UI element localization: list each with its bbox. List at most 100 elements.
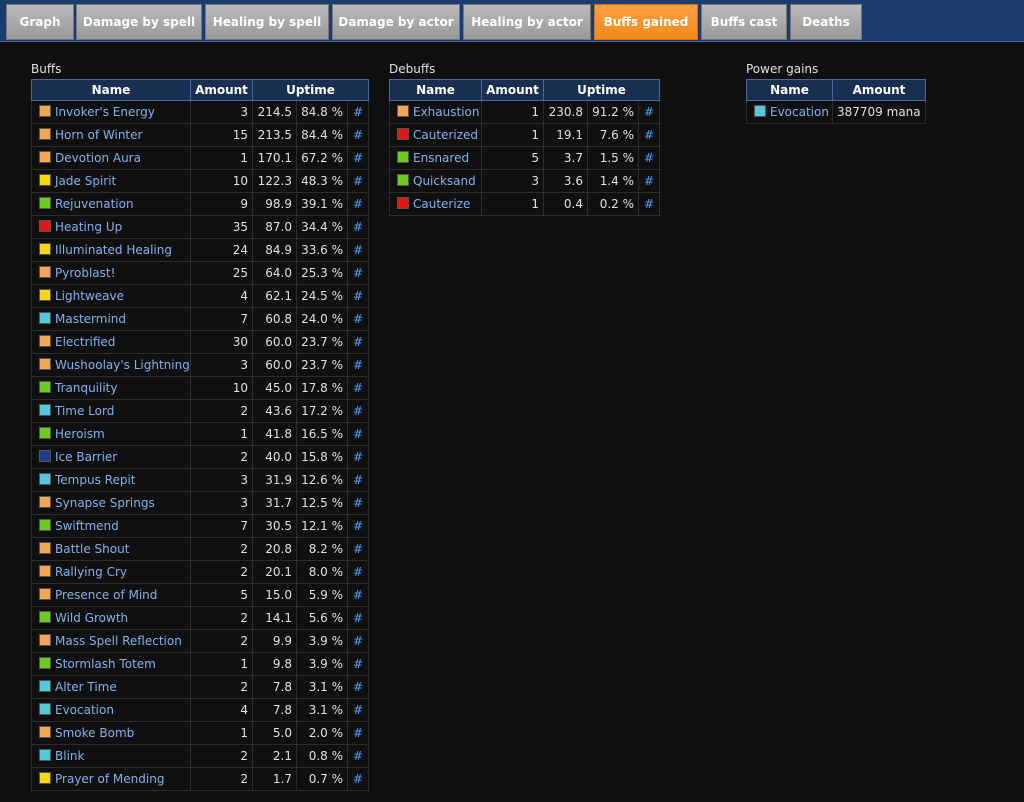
details-link[interactable]: # bbox=[347, 307, 369, 331]
aura-name-link[interactable]: Exhaustion bbox=[413, 105, 480, 119]
tab-healing-by-spell[interactable]: Healing by spell bbox=[205, 4, 329, 40]
details-link[interactable]: # bbox=[638, 100, 660, 124]
aura-name-cell[interactable]: Mass Spell Reflection bbox=[31, 629, 191, 653]
aura-name-cell[interactable]: Heating Up bbox=[31, 215, 191, 239]
aura-name-link[interactable]: Alter Time bbox=[55, 680, 117, 694]
aura-name-cell[interactable]: Mastermind bbox=[31, 307, 191, 331]
details-link[interactable]: # bbox=[638, 192, 660, 216]
aura-name-link[interactable]: Presence of Mind bbox=[55, 588, 157, 602]
aura-name-link[interactable]: Evocation bbox=[55, 703, 114, 717]
details-link[interactable]: # bbox=[347, 353, 369, 377]
aura-name-cell[interactable]: Rejuvenation bbox=[31, 192, 191, 216]
aura-name-link[interactable]: Pyroblast! bbox=[55, 266, 115, 280]
details-link[interactable]: # bbox=[347, 468, 369, 492]
aura-name-link[interactable]: Rejuvenation bbox=[55, 197, 134, 211]
details-link[interactable]: # bbox=[347, 284, 369, 308]
aura-name-link[interactable]: Electrified bbox=[55, 335, 115, 349]
aura-name-link[interactable]: Tempus Repit bbox=[55, 473, 136, 487]
details-link[interactable]: # bbox=[347, 767, 369, 791]
details-link[interactable]: # bbox=[347, 330, 369, 354]
aura-name-cell[interactable]: Time Lord bbox=[31, 399, 191, 423]
aura-name-link[interactable]: Ensnared bbox=[413, 151, 469, 165]
aura-name-link[interactable]: Illuminated Healing bbox=[55, 243, 172, 257]
buffs-header-name[interactable]: Name bbox=[31, 79, 191, 101]
power-name-link[interactable]: Evocation bbox=[770, 105, 829, 119]
aura-name-link[interactable]: Rallying Cry bbox=[55, 565, 127, 579]
aura-name-cell[interactable]: Ice Barrier bbox=[31, 445, 191, 469]
aura-name-link[interactable]: Prayer of Mending bbox=[55, 772, 164, 786]
aura-name-cell[interactable]: Invoker's Energy bbox=[31, 100, 191, 124]
power-gains-header-amount[interactable]: Amount bbox=[832, 79, 926, 101]
debuffs-header-uptime[interactable]: Uptime bbox=[543, 79, 660, 101]
aura-name-link[interactable]: Ice Barrier bbox=[55, 450, 117, 464]
aura-name-link[interactable]: Synapse Springs bbox=[55, 496, 155, 510]
aura-name-link[interactable]: Mastermind bbox=[55, 312, 126, 326]
aura-name-cell[interactable]: Tranquility bbox=[31, 376, 191, 400]
details-link[interactable]: # bbox=[347, 537, 369, 561]
aura-name-cell[interactable]: Cauterized bbox=[389, 123, 482, 147]
details-link[interactable]: # bbox=[347, 146, 369, 170]
aura-name-cell[interactable]: Electrified bbox=[31, 330, 191, 354]
aura-name-cell[interactable]: Alter Time bbox=[31, 675, 191, 699]
aura-name-cell[interactable]: Blink bbox=[31, 744, 191, 768]
tab-deaths[interactable]: Deaths bbox=[790, 4, 862, 40]
tab-buffs-gained[interactable]: Buffs gained bbox=[594, 4, 698, 40]
aura-name-cell[interactable]: Evocation bbox=[31, 698, 191, 722]
details-link[interactable]: # bbox=[347, 652, 369, 676]
details-link[interactable]: # bbox=[638, 123, 660, 147]
details-link[interactable]: # bbox=[638, 146, 660, 170]
details-link[interactable]: # bbox=[347, 399, 369, 423]
aura-name-cell[interactable]: Battle Shout bbox=[31, 537, 191, 561]
aura-name-link[interactable]: Horn of Winter bbox=[55, 128, 142, 142]
details-link[interactable]: # bbox=[347, 215, 369, 239]
tab-graph[interactable]: Graph bbox=[6, 4, 74, 40]
details-link[interactable]: # bbox=[347, 261, 369, 285]
details-link[interactable]: # bbox=[347, 721, 369, 745]
aura-name-link[interactable]: Cauterize bbox=[413, 197, 470, 211]
aura-name-link[interactable]: Lightweave bbox=[55, 289, 124, 303]
aura-name-link[interactable]: Battle Shout bbox=[55, 542, 129, 556]
details-link[interactable]: # bbox=[347, 560, 369, 584]
aura-name-cell[interactable]: Swiftmend bbox=[31, 514, 191, 538]
aura-name-cell[interactable]: Prayer of Mending bbox=[31, 767, 191, 791]
details-link[interactable]: # bbox=[347, 675, 369, 699]
details-link[interactable]: # bbox=[347, 583, 369, 607]
aura-name-cell[interactable]: Presence of Mind bbox=[31, 583, 191, 607]
details-link[interactable]: # bbox=[347, 123, 369, 147]
details-link[interactable]: # bbox=[347, 606, 369, 630]
aura-name-cell[interactable]: Tempus Repit bbox=[31, 468, 191, 492]
aura-name-cell[interactable]: Rallying Cry bbox=[31, 560, 191, 584]
aura-name-link[interactable]: Blink bbox=[55, 749, 84, 763]
aura-name-cell[interactable]: Wild Growth bbox=[31, 606, 191, 630]
power-name-cell[interactable]: Evocation bbox=[746, 100, 833, 124]
details-link[interactable]: # bbox=[347, 629, 369, 653]
aura-name-link[interactable]: Tranquility bbox=[55, 381, 118, 395]
details-link[interactable]: # bbox=[347, 100, 369, 124]
aura-name-cell[interactable]: Pyroblast! bbox=[31, 261, 191, 285]
aura-name-cell[interactable]: Exhaustion bbox=[389, 100, 482, 124]
aura-name-cell[interactable]: Quicksand bbox=[389, 169, 482, 193]
aura-name-link[interactable]: Heating Up bbox=[55, 220, 122, 234]
details-link[interactable]: # bbox=[347, 744, 369, 768]
aura-name-link[interactable]: Cauterized bbox=[413, 128, 478, 142]
tab-healing-by-actor[interactable]: Healing by actor bbox=[463, 4, 591, 40]
aura-name-link[interactable]: Mass Spell Reflection bbox=[55, 634, 182, 648]
aura-name-cell[interactable]: Heroism bbox=[31, 422, 191, 446]
power-gains-header-name[interactable]: Name bbox=[746, 79, 833, 101]
tab-damage-by-spell[interactable]: Damage by spell bbox=[76, 4, 202, 40]
details-link[interactable]: # bbox=[347, 422, 369, 446]
details-link[interactable]: # bbox=[347, 698, 369, 722]
aura-name-cell[interactable]: Illuminated Healing bbox=[31, 238, 191, 262]
aura-name-cell[interactable]: Stormlash Totem bbox=[31, 652, 191, 676]
aura-name-link[interactable]: Stormlash Totem bbox=[55, 657, 156, 671]
aura-name-link[interactable]: Smoke Bomb bbox=[55, 726, 134, 740]
aura-name-cell[interactable]: Horn of Winter bbox=[31, 123, 191, 147]
aura-name-link[interactable]: Time Lord bbox=[55, 404, 114, 418]
details-link[interactable]: # bbox=[347, 238, 369, 262]
aura-name-link[interactable]: Invoker's Energy bbox=[55, 105, 155, 119]
aura-name-link[interactable]: Quicksand bbox=[413, 174, 476, 188]
aura-name-link[interactable]: Wushoolay's Lightning bbox=[55, 358, 190, 372]
aura-name-cell[interactable]: Jade Spirit bbox=[31, 169, 191, 193]
details-link[interactable]: # bbox=[347, 445, 369, 469]
tab-buffs-cast[interactable]: Buffs cast bbox=[701, 4, 787, 40]
